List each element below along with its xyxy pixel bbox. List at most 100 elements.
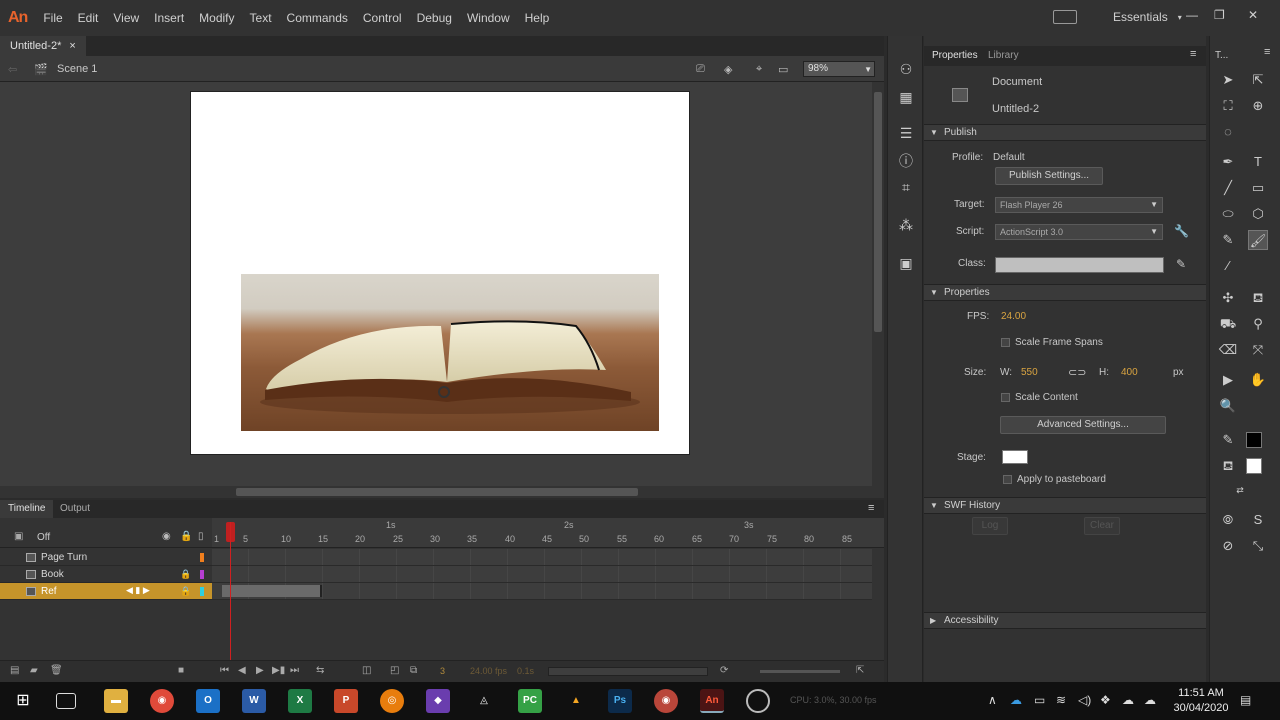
new-folder-icon[interactable]: ▰ bbox=[30, 665, 38, 676]
show-all-icon[interactable]: ◉ bbox=[162, 531, 171, 542]
link-icon[interactable]: ⊂⊃ bbox=[1068, 366, 1086, 379]
layer-row-book[interactable]: Book 🔒 bbox=[0, 566, 212, 583]
3d-rotation-tool-icon[interactable]: ⊕ bbox=[1248, 96, 1268, 116]
stroke-color-icon[interactable]: ✎ bbox=[1218, 430, 1238, 450]
color-icon[interactable]: ▦ bbox=[897, 88, 915, 106]
advanced-settings-button[interactable]: Advanced Settings... bbox=[1000, 416, 1166, 434]
minimize-icon[interactable]: — bbox=[1186, 8, 1198, 22]
visual-studio-icon[interactable]: ◆ bbox=[426, 689, 450, 713]
publish-section-header[interactable]: ▼ Publish bbox=[924, 124, 1206, 141]
scrollbar-thumb[interactable] bbox=[874, 92, 882, 332]
panel-menu-icon[interactable]: ≡ bbox=[1190, 48, 1196, 60]
layer-row-ref[interactable]: Ref ◀ ▮ ▶ 🔒 bbox=[0, 583, 212, 600]
lock-icon[interactable]: 🔒 bbox=[180, 586, 191, 597]
motion-editor-icon[interactable]: ⚇ bbox=[897, 60, 915, 78]
lasso-tool-icon[interactable]: ◌ bbox=[1218, 122, 1238, 142]
scale-frame-spans-checkbox[interactable] bbox=[1001, 338, 1010, 347]
camera-icon[interactable]: ▣ bbox=[14, 531, 23, 542]
resize-frames-icon[interactable]: ⇱ bbox=[856, 665, 864, 676]
width-tool-icon[interactable]: ⤧ bbox=[1248, 340, 1268, 360]
target-dropdown[interactable]: Flash Player 26 ▼ bbox=[995, 197, 1163, 213]
vlc-icon[interactable]: ▲ bbox=[564, 689, 588, 713]
scale-content-checkbox[interactable] bbox=[1001, 393, 1010, 402]
zoom-tool-icon[interactable]: 🔍 bbox=[1218, 396, 1238, 416]
menu-insert[interactable]: Insert bbox=[154, 11, 184, 25]
photoshop-icon[interactable]: Ps bbox=[608, 689, 632, 713]
selection-tool-icon[interactable]: ➤ bbox=[1218, 70, 1238, 90]
next-frame-icon[interactable]: ▶▮ bbox=[272, 665, 285, 676]
frame-rate[interactable]: 24.00 fps bbox=[470, 666, 507, 676]
delete-icon[interactable]: 🗑 bbox=[50, 665, 63, 676]
swap-colors-icon[interactable]: ⇄ bbox=[1230, 480, 1250, 500]
edit-multiple-icon[interactable]: ⧉ bbox=[410, 665, 417, 676]
subselection-tool-icon[interactable]: ⇱ bbox=[1248, 70, 1268, 90]
close-icon[interactable]: ✕ bbox=[1248, 8, 1258, 22]
menu-edit[interactable]: Edit bbox=[78, 11, 99, 25]
accessibility-section-header[interactable]: ▶ Accessibility bbox=[924, 612, 1206, 629]
loop-icon[interactable]: ⇆ bbox=[316, 665, 324, 676]
panel-menu-icon[interactable]: ≡ bbox=[868, 502, 874, 514]
text-tool-icon[interactable]: T bbox=[1248, 152, 1268, 172]
dropbox-icon[interactable]: ❖ bbox=[1100, 693, 1111, 707]
prev-frame-icon[interactable]: ◀ bbox=[238, 665, 246, 676]
system-clock[interactable]: 11:51 AM 30/04/2020 bbox=[1170, 686, 1232, 716]
menu-file[interactable]: File bbox=[43, 11, 62, 25]
menu-debug[interactable]: Debug bbox=[417, 11, 452, 25]
frames-row[interactable] bbox=[212, 583, 872, 600]
zoom-dropdown[interactable]: 98% ▼ bbox=[803, 61, 875, 77]
swf-history-section-header[interactable]: ▼ SWF History bbox=[924, 497, 1206, 514]
notifications-icon[interactable]: ▤ bbox=[1240, 693, 1251, 707]
polystar-tool-icon[interactable]: ⬡ bbox=[1248, 204, 1268, 224]
tab-output[interactable]: Output bbox=[52, 500, 98, 518]
blender-icon[interactable]: ◎ bbox=[380, 689, 404, 713]
stage[interactable] bbox=[190, 91, 690, 455]
width-value[interactable]: 550 bbox=[1021, 367, 1038, 378]
book-image[interactable] bbox=[241, 274, 659, 431]
obs-icon[interactable] bbox=[746, 689, 770, 713]
brush-mode-icon[interactable]: ⤡ bbox=[1248, 536, 1268, 556]
close-tab-icon[interactable]: × bbox=[69, 40, 75, 52]
info-icon[interactable]: ⓘ bbox=[897, 152, 915, 170]
rectangle-tool-icon[interactable]: ▭ bbox=[1248, 178, 1268, 198]
ink-bottle-tool-icon[interactable]: ⛟ bbox=[1218, 314, 1238, 334]
log-button[interactable]: Log bbox=[972, 517, 1008, 535]
chrome-icon[interactable]: ◉ bbox=[150, 689, 174, 713]
fill-color-icon[interactable]: ⛾ bbox=[1218, 456, 1238, 476]
layer-outline-color[interactable] bbox=[200, 587, 204, 596]
script-dropdown[interactable]: ActionScript 3.0 ▼ bbox=[995, 224, 1163, 240]
wifi-icon[interactable]: ≋ bbox=[1056, 693, 1066, 707]
frames-row[interactable] bbox=[212, 549, 872, 566]
layer-outline-color[interactable] bbox=[200, 553, 204, 562]
line-tool-icon[interactable]: ╱ bbox=[1218, 178, 1238, 198]
word-icon[interactable]: W bbox=[242, 689, 266, 713]
transform-icon[interactable]: ⌗ bbox=[897, 178, 915, 196]
document-tab[interactable]: Untitled-2* × bbox=[0, 36, 86, 56]
cloud-upload-icon[interactable]: ☁ bbox=[1122, 693, 1134, 707]
menu-window[interactable]: Window bbox=[467, 11, 510, 25]
timeline-scrollbar[interactable] bbox=[548, 667, 708, 676]
animate-icon[interactable]: An bbox=[700, 689, 724, 713]
sync-settings-icon[interactable] bbox=[1053, 10, 1077, 24]
onion-outline-icon[interactable]: ◰ bbox=[390, 665, 399, 676]
eraser-tool-icon[interactable]: ⌫ bbox=[1218, 340, 1238, 360]
unity-icon[interactable]: ◬ bbox=[472, 689, 496, 713]
oval-tool-icon[interactable]: ⬭ bbox=[1218, 204, 1238, 224]
onion-skin-icon[interactable]: ◫ bbox=[362, 665, 371, 676]
task-view-icon[interactable] bbox=[56, 693, 76, 709]
stage-color-swatch[interactable] bbox=[1002, 450, 1028, 464]
brush-tool-icon[interactable]: ⁄ bbox=[1218, 256, 1238, 276]
workspace-switcher[interactable]: Essentials ▾ bbox=[1053, 10, 1182, 24]
menu-view[interactable]: View bbox=[113, 11, 139, 25]
onedrive-icon[interactable]: ☁ bbox=[1010, 693, 1022, 707]
smooth-icon[interactable]: S bbox=[1248, 510, 1268, 530]
wrench-icon[interactable]: 🔧 bbox=[1174, 224, 1189, 238]
camera-toggle-icon[interactable]: ■ bbox=[178, 665, 184, 676]
publish-settings-button[interactable]: Publish Settings... bbox=[995, 167, 1103, 185]
pencil-tool-icon[interactable]: ✎ bbox=[1218, 230, 1238, 250]
last-frame-icon[interactable]: ⏭ bbox=[290, 665, 299, 676]
pen-tool-icon[interactable]: ✒ bbox=[1218, 152, 1238, 172]
align-icon[interactable]: ☰ bbox=[897, 124, 915, 142]
free-transform-tool-icon[interactable]: ⛶ bbox=[1218, 96, 1238, 116]
pencil-icon[interactable]: ✎ bbox=[1176, 257, 1186, 271]
bone-tool-icon[interactable]: ✣ bbox=[1218, 288, 1238, 308]
